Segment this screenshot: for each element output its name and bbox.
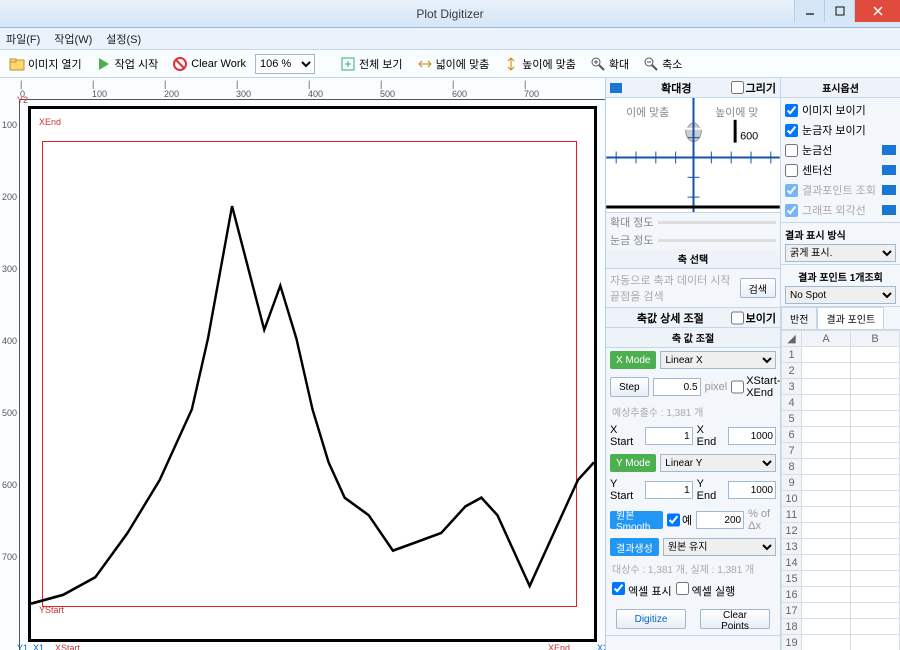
draw-checkbox[interactable]: 그리기 [731,80,776,96]
display-option[interactable]: 이미지 보이기 [785,100,896,120]
mag-swatch-icon [610,83,622,93]
minimize-button[interactable] [794,0,824,22]
display-option[interactable]: 눈금자 보이기 [785,120,896,140]
axis-xend2-label: XEnd [548,643,570,650]
axis-detail-header: 축값 상세 조절 보이기 [606,308,780,328]
mag-slider[interactable]: 확대 정도 [606,213,780,231]
resgen-select[interactable]: 원본 유지 [663,538,776,556]
ymode-select[interactable]: Linear Y [660,454,776,472]
magnifier-title: 확대경 [661,80,691,96]
smooth-tag: 원본 Smooth [610,511,663,529]
mid-column: 확대경 그리기 이에 맞춤 높이에 맞 600 확대 정도 눈금 정도 축 [606,78,781,650]
axis-x1-label: X1 [33,643,44,650]
display-option[interactable]: 그래프 외각선 [785,200,896,220]
fit-height-button[interactable]: 높이에 맞춤 [498,54,581,74]
svg-text:이에 맞춤: 이에 맞춤 [626,106,669,119]
fit-width-button[interactable]: 넓이에 맞춤 [412,54,495,74]
menu-file[interactable]: 파일(F) [6,31,40,47]
clear-work-button[interactable]: Clear Work [167,54,251,74]
step-input[interactable] [653,378,701,396]
display-option[interactable]: 센터선 [785,160,896,180]
tab-points[interactable]: 결과 포인트 [817,307,884,329]
xmode-tag: X Mode [610,351,656,369]
tabs: 반전 결과 포인트 [781,307,900,330]
fit-all-button[interactable]: 전체 보기 [335,54,408,74]
xstart-input[interactable] [645,427,693,445]
magnifier-header: 확대경 그리기 [606,78,780,98]
search-button[interactable]: 검색 [740,278,776,298]
step-button[interactable]: Step [610,377,649,397]
data-grid[interactable]: ◢AB1234567891011121314151617181920212223… [781,330,900,650]
axis-auto-hint: 자동으로 축과 데이터 시작끝점을 검색 [610,272,736,304]
maximize-button[interactable] [824,0,854,22]
plot-area[interactable]: |0|100|200|300|400|500|600|700 100200300… [0,78,605,650]
svg-text:높이에 맞: 높이에 맞 [715,106,758,119]
ystart-input[interactable] [645,481,693,499]
window-title: Plot Digitizer [416,7,483,21]
axis-select-header: 축 선택 [606,249,780,269]
menu-settings[interactable]: 설정(S) [106,31,141,47]
one-point-select[interactable]: No Spot [785,286,896,304]
zoom-out-button[interactable]: 축소 [638,54,687,74]
display-options: 이미지 보이기눈금자 보이기눈금선센터선결과포인트 조회그래프 외각선 [781,98,900,223]
mag-tick-label: 600 [740,131,758,143]
open-image-button[interactable]: 이미지 열기 [4,54,87,74]
window-buttons [794,0,900,22]
zoom-in-button[interactable]: 확대 [585,54,634,74]
digitize-button[interactable]: Digitize [616,609,686,629]
grid-col-b[interactable]: B [851,331,900,347]
menu-work[interactable]: 작업(W) [54,31,92,47]
axis-x2-label: X2 [597,643,605,650]
right-column: 표시옵션 이미지 보이기눈금자 보이기눈금선센터선결과포인트 조회그래프 외각선… [781,78,900,650]
xmode-select[interactable]: Linear X [660,351,776,369]
data-curve [31,109,594,639]
axis-xend-label: XEnd [39,117,61,127]
smooth-input[interactable] [696,511,744,529]
zoom-select[interactable]: 106 % [255,54,315,74]
xend-input[interactable] [728,427,776,445]
xse-checkbox[interactable]: XStart-XEnd [731,375,780,399]
target-hint: 대상수 : 1,381 개, 실제 : 1,381 개 [606,559,780,578]
display-option[interactable]: 눈금선 [785,140,896,160]
smooth-checkbox[interactable]: 예 [667,512,692,528]
axis-ystart-label: YStart [39,605,64,615]
ymode-tag: Y Mode [610,454,656,472]
menubar: 파일(F) 작업(W) 설정(S) [0,28,900,50]
right-panel: 확대경 그리기 이에 맞춤 높이에 맞 600 확대 정도 눈금 정도 축 [605,78,900,650]
axis-y1-label: Y1 [17,643,28,650]
toolbar: 이미지 열기 작업 시작 Clear Work 106 % 전체 보기 넓이에 … [0,50,900,78]
excel-show-checkbox[interactable]: 엑셀 표시 [612,582,672,599]
one-point-label: 결과 포인트 1개조회 [785,267,896,286]
detail-show-checkbox[interactable]: 보이기 [731,310,776,326]
start-work-button[interactable]: 작업 시작 [91,54,164,74]
yend-input[interactable] [728,481,776,499]
axis-y2-label: Y2 [17,95,28,105]
close-button[interactable] [854,0,900,22]
grid-slider[interactable]: 눈금 정도 [606,231,780,249]
grid-corner[interactable]: ◢ [782,331,802,347]
tab-invert[interactable]: 반전 [781,307,817,329]
display-option[interactable]: 결과포인트 조회 [785,180,896,200]
excel-run-checkbox[interactable]: 엑셀 실행 [676,582,736,599]
grid-col-a[interactable]: A [802,331,851,347]
result-mode-label: 결과 표시 방식 [785,225,896,244]
ruler-vertical: 100200300400500600700 [0,100,20,650]
display-options-header: 표시옵션 [781,78,900,98]
ruler-horizontal: |0|100|200|300|400|500|600|700 [20,78,605,100]
content: |0|100|200|300|400|500|600|700 100200300… [0,78,900,650]
result-mode-select[interactable]: 굵게 표시. [785,244,896,262]
clear-points-button[interactable]: Clear Points [700,609,770,629]
axis-value-header: 축 값 조절 [606,328,780,348]
axis-auto-row: 자동으로 축과 데이터 시작끝점을 검색 검색 [606,269,780,308]
plot-canvas[interactable]: Y2 XEnd YStart Y1 X1 XStart XEnd X2 [28,106,597,642]
resgen-tag: 결과생성 [610,538,659,556]
titlebar: Plot Digitizer [0,0,900,28]
estimate-hint: 예상추출수 : 1,381 개 [606,402,780,421]
axis-xstart-label: XStart [55,643,80,650]
magnifier-view: 이에 맞춤 높이에 맞 600 [606,98,780,213]
